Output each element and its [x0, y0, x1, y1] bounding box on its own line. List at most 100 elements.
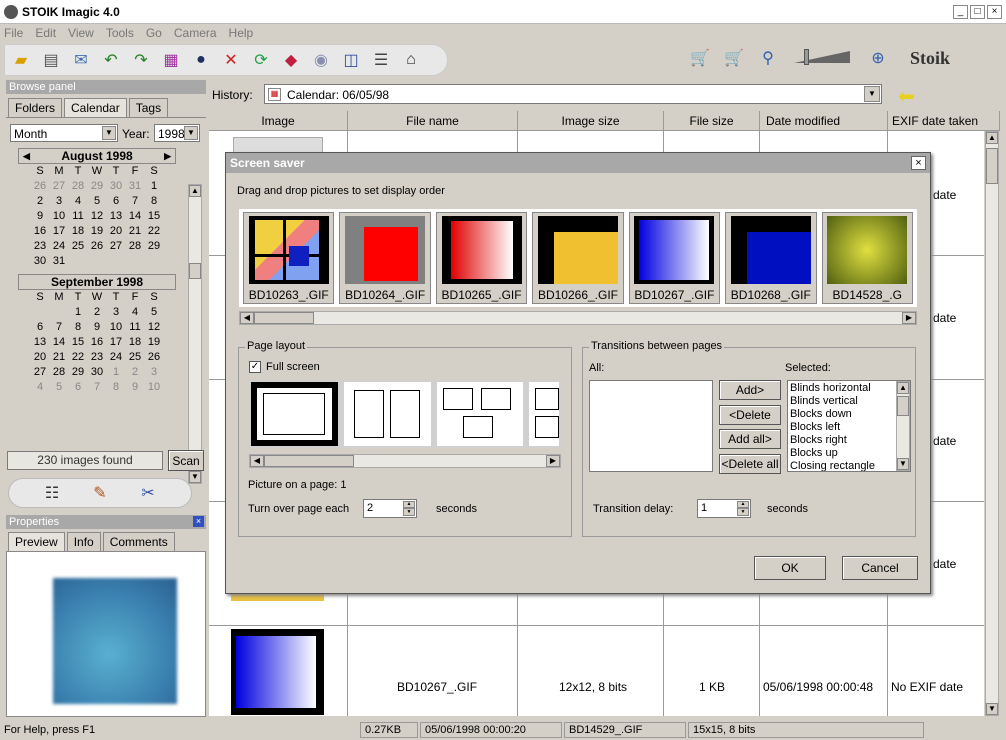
calendar-day[interactable]: 4	[69, 194, 88, 209]
grid-scrollbar[interactable]: ▲ ▼	[985, 131, 999, 716]
menu-help[interactable]: Help	[229, 26, 254, 40]
calendar-day[interactable]: 3	[145, 365, 164, 380]
scroll-down-icon[interactable]: ▼	[897, 458, 909, 470]
calendar-day[interactable]: 1	[145, 179, 164, 194]
home-icon[interactable]: ⌂	[399, 48, 423, 72]
thumbnail-top[interactable]	[233, 137, 323, 153]
calendar-day[interactable]: 27	[31, 365, 50, 380]
close-icon[interactable]: ×	[911, 156, 926, 170]
calendar-day[interactable]: 26	[145, 350, 164, 365]
thumbnail-partial[interactable]	[231, 593, 324, 601]
scroll-thumb[interactable]	[986, 148, 998, 184]
calendar-day[interactable]: 3	[50, 194, 69, 209]
transition-item[interactable]: Blinds horizontal	[788, 382, 910, 395]
scan-button[interactable]: Scan	[168, 450, 204, 471]
calendar-day[interactable]: 9	[126, 380, 145, 395]
calendar-day[interactable]: 24	[107, 350, 126, 365]
delete-icon[interactable]: ✕	[219, 48, 243, 72]
scroll-up-icon[interactable]: ▲	[986, 132, 998, 144]
calendar-day[interactable]: 30	[107, 179, 126, 194]
scroll-up-icon[interactable]: ▲	[897, 382, 909, 394]
calendar-day[interactable]: 29	[145, 239, 164, 254]
col-file-size[interactable]: File size	[664, 111, 760, 131]
thumb-item[interactable]: BD10265_.GIF	[435, 212, 528, 304]
split-view-icon[interactable]: ◫	[339, 48, 363, 72]
menu-file[interactable]: File	[4, 26, 23, 40]
calendar-day[interactable]: 7	[88, 380, 107, 395]
calendar-day[interactable]: 14	[50, 335, 69, 350]
transition-delay-spinner[interactable]: 1 ▲ ▼	[697, 499, 751, 518]
palette-icon[interactable]: ✎	[88, 481, 112, 505]
thumb-item[interactable]: BD10268_.GIF	[725, 212, 817, 304]
refresh-icon[interactable]: ⟳	[249, 48, 273, 72]
calendar-day[interactable]: 21	[50, 350, 69, 365]
calendar-day[interactable]: 28	[69, 179, 88, 194]
calendar-day[interactable]: 1	[107, 365, 126, 380]
spin-up-icon[interactable]: ▲	[403, 501, 415, 508]
list-view-icon[interactable]: ☰	[369, 48, 393, 72]
add-button[interactable]: Add>	[719, 380, 781, 400]
color-adjust-icon[interactable]: ▦	[159, 48, 183, 72]
col-file-name[interactable]: File name	[348, 111, 518, 131]
calendar-day[interactable]: 19	[145, 335, 164, 350]
calendar-day[interactable]: 14	[126, 209, 145, 224]
close-window-button[interactable]: ×	[987, 5, 1002, 19]
calendar-day[interactable]: 11	[126, 320, 145, 335]
cart-add-icon[interactable]: 🛒	[688, 46, 712, 70]
tab-comments[interactable]: Comments	[102, 532, 175, 551]
tab-calendar[interactable]: Calendar	[64, 98, 127, 117]
calendar-day[interactable]: 29	[69, 365, 88, 380]
tab-preview[interactable]: Preview	[8, 532, 65, 551]
close-icon[interactable]: ×	[193, 516, 204, 527]
next-month-icon[interactable]: ▶	[164, 151, 171, 162]
ok-button[interactable]: OK	[754, 556, 826, 580]
calendar-day[interactable]: 2	[31, 194, 50, 209]
thumb-item[interactable]: BD10266_.GIF	[532, 212, 624, 304]
calendar-day[interactable]: 30	[31, 254, 50, 269]
transition-item[interactable]: Blocks right	[788, 434, 910, 447]
thumb-item[interactable]: BD10263_.GIF	[243, 212, 335, 304]
calendar-day[interactable]: 23	[31, 239, 50, 254]
scroll-right-icon[interactable]: ▶	[902, 312, 916, 324]
calendar-day[interactable]: 17	[107, 335, 126, 350]
add-all-button[interactable]: Add all>	[719, 429, 781, 449]
back-arrow-icon[interactable]: ⬅	[898, 84, 915, 109]
transition-item[interactable]: Blocks down	[788, 408, 910, 421]
slideshow-icon[interactable]: ✂	[136, 481, 160, 505]
col-exif-date[interactable]: EXIF date taken	[888, 111, 1000, 131]
email-icon[interactable]: ✉	[69, 48, 93, 72]
scroll-thumb[interactable]	[264, 455, 354, 467]
period-select[interactable]: Month ▼	[10, 124, 118, 142]
details-view-icon[interactable]: ☷	[40, 481, 64, 505]
calendar-day[interactable]: 7	[50, 320, 69, 335]
calendar-day[interactable]: 10	[145, 380, 164, 395]
maximize-button[interactable]: □	[970, 5, 985, 19]
rotate-right-icon[interactable]: ↷	[129, 48, 153, 72]
spin-down-icon[interactable]: ▼	[403, 508, 415, 516]
calendar-day[interactable]: 19	[88, 224, 107, 239]
calendar-day[interactable]: 2	[126, 365, 145, 380]
scroll-right-icon[interactable]: ▶	[546, 455, 560, 467]
calendar-day[interactable]: 11	[69, 209, 88, 224]
delete-all-button[interactable]: <Delete all	[719, 454, 781, 474]
calendar-day[interactable]: 12	[145, 320, 164, 335]
calendar-day[interactable]: 26	[88, 239, 107, 254]
layout-scrollbar[interactable]: ◀ ▶	[249, 454, 561, 468]
calendar-day[interactable]: 6	[107, 194, 126, 209]
calendar-day[interactable]: 15	[145, 209, 164, 224]
cancel-button[interactable]: Cancel	[842, 556, 918, 580]
calendar-day[interactable]: 10	[107, 320, 126, 335]
calendar-day[interactable]: 2	[88, 305, 107, 320]
scroll-left-icon[interactable]: ◀	[250, 455, 264, 467]
layout-four-up[interactable]	[529, 382, 560, 446]
prev-month-icon[interactable]: ◀	[23, 151, 30, 162]
cd-icon[interactable]: ◉	[309, 48, 333, 72]
delete-button[interactable]: <Delete	[719, 405, 781, 425]
calendar-day[interactable]: 9	[31, 209, 50, 224]
calendar-day[interactable]: 4	[31, 380, 50, 395]
menu-go[interactable]: Go	[146, 26, 162, 40]
zoom-in-icon[interactable]: ⊕	[866, 46, 890, 70]
calendar-day[interactable]: 22	[69, 350, 88, 365]
spinner-arrows[interactable]: ▲ ▼	[403, 501, 415, 516]
spin-up-icon[interactable]: ▲	[737, 501, 749, 508]
